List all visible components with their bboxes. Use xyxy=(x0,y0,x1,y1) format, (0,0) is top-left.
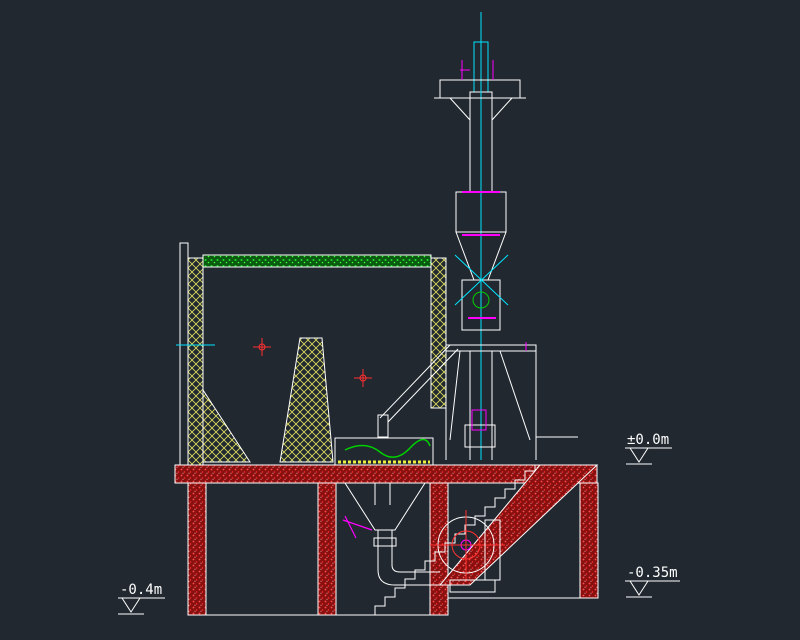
left-hopper-wedge xyxy=(202,388,251,463)
elevation-marker-minus-035: -0.35m xyxy=(625,565,680,598)
foundation-wall-right xyxy=(579,482,599,599)
cad-drawing: ±0.0m -0.35m -0.4m xyxy=(118,12,680,616)
right-wall-insulation xyxy=(430,257,447,409)
foundation-wall-left xyxy=(187,482,207,616)
left-wall-outer xyxy=(179,242,189,466)
feed-hopper xyxy=(344,482,426,531)
elevation-label-minus-04: -0.4m xyxy=(120,582,162,598)
material-surface-line xyxy=(344,438,431,458)
elevation-label-minus-035: -0.35m xyxy=(627,565,678,581)
elevation-marker-zero: ±0.0m xyxy=(625,432,672,465)
elevation-marker-minus-04: -0.4m xyxy=(118,582,165,615)
crosshair-marker-2 xyxy=(354,369,372,387)
foundation-wall-mid1 xyxy=(317,482,337,616)
left-wall-insulation xyxy=(187,257,204,466)
dust-collector-tower xyxy=(434,12,578,460)
crosshair-marker-1 xyxy=(253,338,271,356)
roof-insulation xyxy=(202,254,432,268)
elevation-label-zero: ±0.0m xyxy=(627,432,669,448)
center-pile xyxy=(279,337,334,463)
